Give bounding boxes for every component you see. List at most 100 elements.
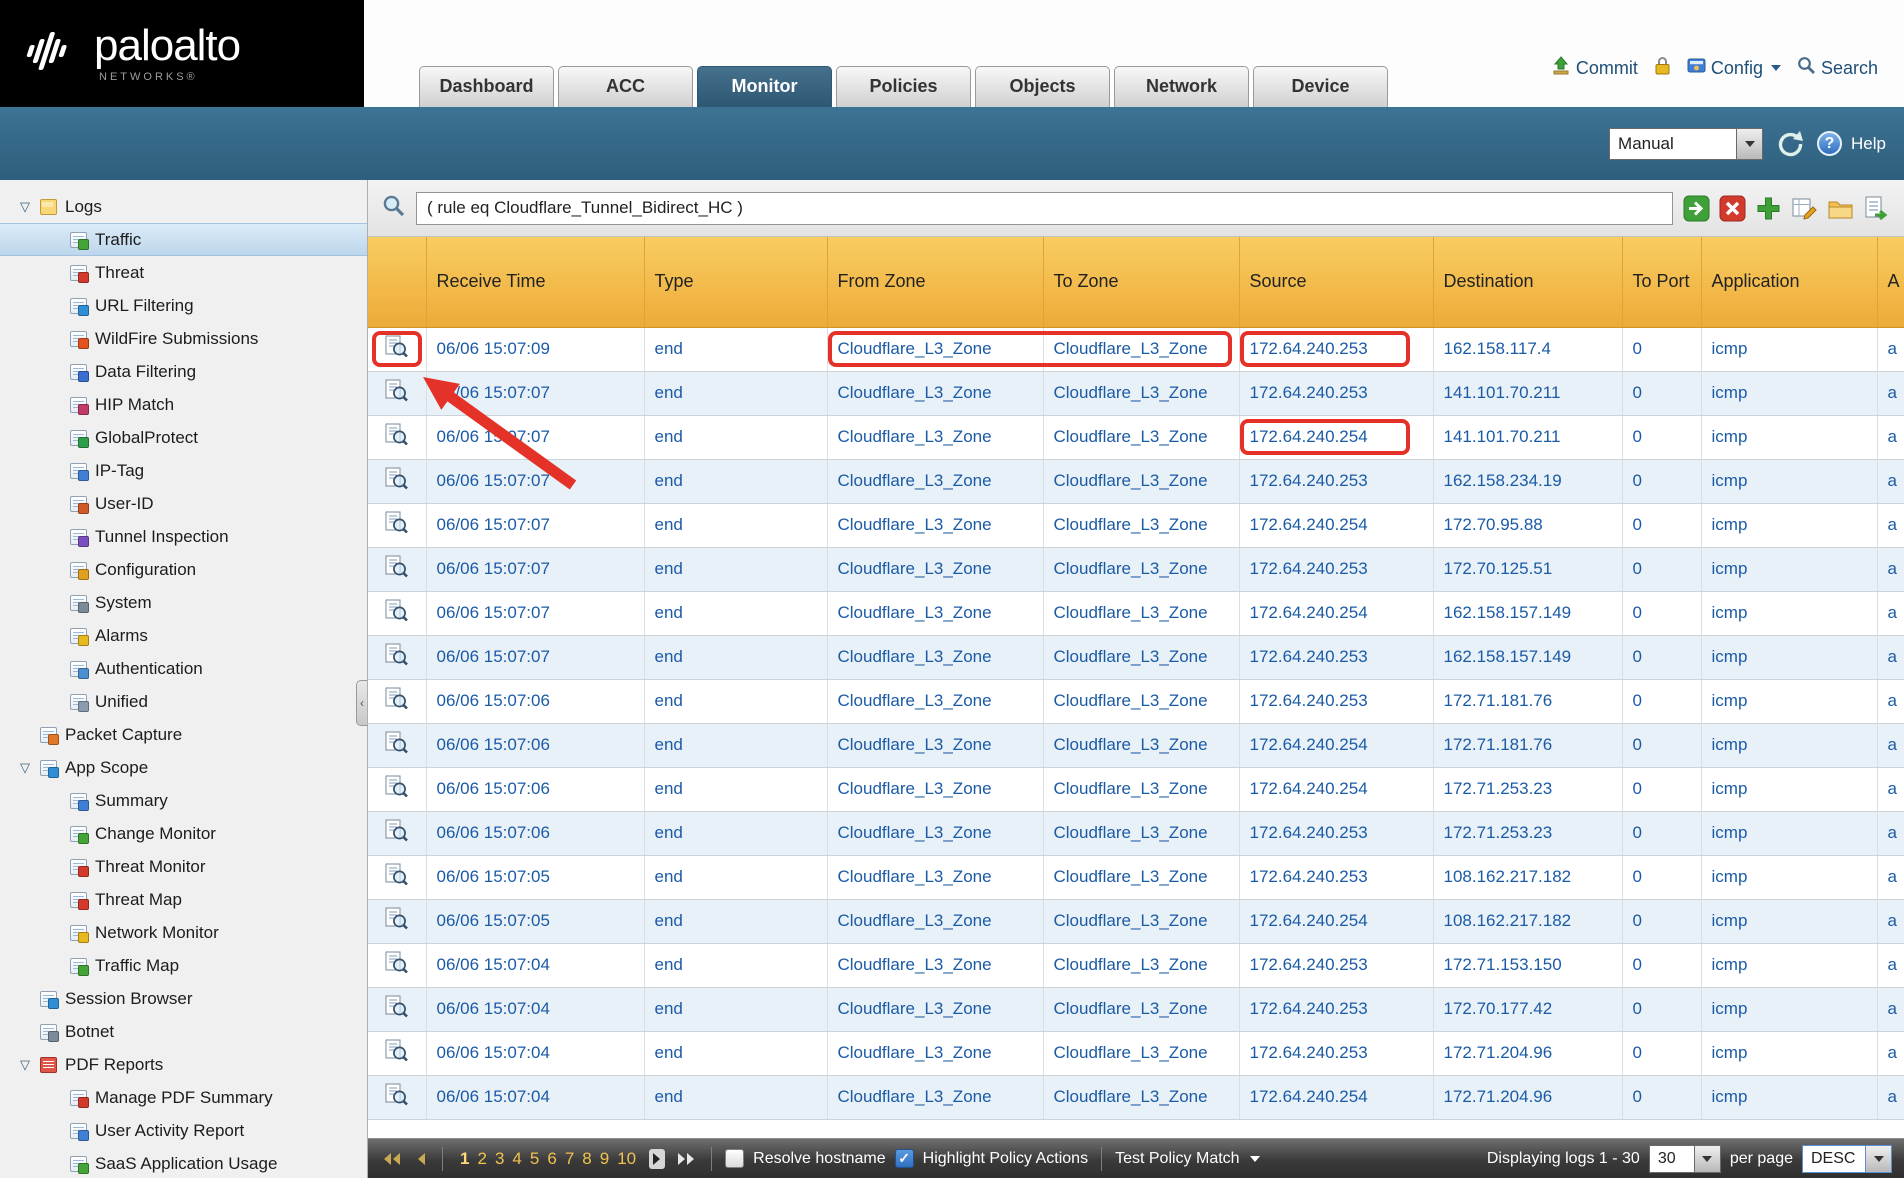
cell-source[interactable]: 172.64.240.253 bbox=[1239, 855, 1433, 899]
cell-from-zone[interactable]: Cloudflare_L3_Zone bbox=[827, 415, 1043, 459]
log-detail-button[interactable] bbox=[368, 371, 426, 415]
cell-source[interactable]: 172.64.240.253 bbox=[1239, 459, 1433, 503]
add-filter-button[interactable] bbox=[1755, 195, 1782, 222]
cell-to-port[interactable]: 0 bbox=[1622, 591, 1701, 635]
cell-action[interactable]: a bbox=[1877, 943, 1904, 987]
cell-type[interactable]: end bbox=[644, 855, 827, 899]
refresh-interval-select[interactable]: Manual bbox=[1609, 128, 1763, 160]
cell-destination[interactable]: 162.158.157.149 bbox=[1433, 635, 1622, 679]
cell-type[interactable]: end bbox=[644, 899, 827, 943]
sidebar-item-url-filtering[interactable]: URL Filtering bbox=[0, 289, 367, 322]
log-filter-input[interactable] bbox=[416, 192, 1673, 225]
log-detail-button[interactable] bbox=[368, 679, 426, 723]
sidebar-item-tunnel-inspection[interactable]: Tunnel Inspection bbox=[0, 520, 367, 553]
page-number-5[interactable]: 5 bbox=[530, 1149, 539, 1168]
log-detail-button[interactable] bbox=[368, 723, 426, 767]
cell-from-zone[interactable]: Cloudflare_L3_Zone bbox=[827, 503, 1043, 547]
cell-action[interactable]: a bbox=[1877, 503, 1904, 547]
cell-from-zone[interactable]: Cloudflare_L3_Zone bbox=[827, 679, 1043, 723]
cell-source[interactable]: 172.64.240.254 bbox=[1239, 415, 1433, 459]
log-detail-button[interactable] bbox=[368, 547, 426, 591]
cell-application[interactable]: icmp bbox=[1701, 635, 1877, 679]
cell-destination[interactable]: 172.70.95.88 bbox=[1433, 503, 1622, 547]
cell-action[interactable]: a bbox=[1877, 1031, 1904, 1075]
cell-application[interactable]: icmp bbox=[1701, 503, 1877, 547]
sidebar-item-user-id[interactable]: User-ID bbox=[0, 487, 367, 520]
cell-receive-time[interactable]: 06/06 15:07:05 bbox=[426, 899, 644, 943]
cell-receive-time[interactable]: 06/06 15:07:07 bbox=[426, 591, 644, 635]
cell-application[interactable]: icmp bbox=[1701, 987, 1877, 1031]
sidebar-item-app-scope[interactable]: ▽App Scope bbox=[0, 751, 367, 784]
sidebar-item-ip-tag[interactable]: IP-Tag bbox=[0, 454, 367, 487]
cell-to-port[interactable]: 0 bbox=[1622, 767, 1701, 811]
cell-destination[interactable]: 162.158.234.19 bbox=[1433, 459, 1622, 503]
sidebar-item-network-monitor[interactable]: Network Monitor bbox=[0, 916, 367, 949]
cell-to-port[interactable]: 0 bbox=[1622, 371, 1701, 415]
log-detail-button[interactable] bbox=[368, 327, 426, 371]
cell-receive-time[interactable]: 06/06 15:07:07 bbox=[426, 459, 644, 503]
help-button[interactable]: ? Help bbox=[1817, 131, 1886, 156]
tab-device[interactable]: Device bbox=[1253, 66, 1388, 107]
cell-to-port[interactable]: 0 bbox=[1622, 899, 1701, 943]
log-detail-button[interactable] bbox=[368, 415, 426, 459]
tab-acc[interactable]: ACC bbox=[558, 66, 693, 107]
cell-type[interactable]: end bbox=[644, 591, 827, 635]
export-csv-button[interactable] bbox=[1863, 195, 1890, 222]
cell-destination[interactable]: 172.71.204.96 bbox=[1433, 1075, 1622, 1119]
cell-receive-time[interactable]: 06/06 15:07:06 bbox=[426, 679, 644, 723]
cell-receive-time[interactable]: 06/06 15:07:05 bbox=[426, 855, 644, 899]
log-detail-button[interactable] bbox=[368, 987, 426, 1031]
cell-from-zone[interactable]: Cloudflare_L3_Zone bbox=[827, 371, 1043, 415]
page-number-4[interactable]: 4 bbox=[512, 1149, 521, 1168]
cell-type[interactable]: end bbox=[644, 767, 827, 811]
log-detail-button[interactable] bbox=[368, 855, 426, 899]
column-header-destination[interactable]: Destination bbox=[1433, 237, 1622, 327]
cell-receive-time[interactable]: 06/06 15:07:07 bbox=[426, 635, 644, 679]
cell-from-zone[interactable]: Cloudflare_L3_Zone bbox=[827, 987, 1043, 1031]
page-number-8[interactable]: 8 bbox=[582, 1149, 591, 1168]
cell-receive-time[interactable]: 06/06 15:07:06 bbox=[426, 723, 644, 767]
cell-source[interactable]: 172.64.240.253 bbox=[1239, 987, 1433, 1031]
log-detail-button[interactable] bbox=[368, 591, 426, 635]
cell-action[interactable]: a bbox=[1877, 723, 1904, 767]
sidebar-item-data-filtering[interactable]: Data Filtering bbox=[0, 355, 367, 388]
cell-from-zone[interactable]: Cloudflare_L3_Zone bbox=[827, 723, 1043, 767]
cell-to-zone[interactable]: Cloudflare_L3_Zone bbox=[1043, 1075, 1239, 1119]
cell-type[interactable]: end bbox=[644, 811, 827, 855]
search-button[interactable]: Search bbox=[1797, 56, 1878, 80]
sidebar-item-threat[interactable]: Threat bbox=[0, 256, 367, 289]
sidebar-item-logs[interactable]: ▽Logs bbox=[0, 190, 367, 223]
page-number-9[interactable]: 9 bbox=[600, 1149, 609, 1168]
sidebar-item-saas-application-usage[interactable]: SaaS Application Usage bbox=[0, 1147, 367, 1178]
cell-from-zone[interactable]: Cloudflare_L3_Zone bbox=[827, 1075, 1043, 1119]
column-header-to-port[interactable]: To Port bbox=[1622, 237, 1701, 327]
cell-type[interactable]: end bbox=[644, 459, 827, 503]
sidebar-item-traffic-map[interactable]: Traffic Map bbox=[0, 949, 367, 982]
expand-arrow-icon[interactable]: ▽ bbox=[20, 760, 40, 776]
cell-from-zone[interactable]: Cloudflare_L3_Zone bbox=[827, 855, 1043, 899]
log-detail-button[interactable] bbox=[368, 1075, 426, 1119]
per-page-select[interactable]: 30 bbox=[1649, 1145, 1721, 1173]
sidebar-item-pdf-reports[interactable]: ▽PDF Reports bbox=[0, 1048, 367, 1081]
cell-from-zone[interactable]: Cloudflare_L3_Zone bbox=[827, 943, 1043, 987]
cell-type[interactable]: end bbox=[644, 503, 827, 547]
sidebar-item-change-monitor[interactable]: Change Monitor bbox=[0, 817, 367, 850]
cell-source[interactable]: 172.64.240.253 bbox=[1239, 371, 1433, 415]
log-detail-button[interactable] bbox=[368, 811, 426, 855]
cell-to-port[interactable]: 0 bbox=[1622, 503, 1701, 547]
column-header-a[interactable]: A bbox=[1877, 237, 1904, 327]
lock-button[interactable] bbox=[1654, 56, 1671, 80]
cell-source[interactable]: 172.64.240.253 bbox=[1239, 811, 1433, 855]
commit-button[interactable]: Commit bbox=[1551, 56, 1638, 80]
cell-destination[interactable]: 172.71.153.150 bbox=[1433, 943, 1622, 987]
cell-action[interactable]: a bbox=[1877, 371, 1904, 415]
cell-application[interactable]: icmp bbox=[1701, 679, 1877, 723]
sidebar-item-unified[interactable]: Unified bbox=[0, 685, 367, 718]
cell-application[interactable]: icmp bbox=[1701, 723, 1877, 767]
cell-to-port[interactable]: 0 bbox=[1622, 855, 1701, 899]
page-number-3[interactable]: 3 bbox=[495, 1149, 504, 1168]
cell-source[interactable]: 172.64.240.254 bbox=[1239, 723, 1433, 767]
test-policy-match-button[interactable]: Test Policy Match bbox=[1115, 1150, 1259, 1168]
column-header-application[interactable]: Application bbox=[1701, 237, 1877, 327]
cell-destination[interactable]: 108.162.217.182 bbox=[1433, 855, 1622, 899]
